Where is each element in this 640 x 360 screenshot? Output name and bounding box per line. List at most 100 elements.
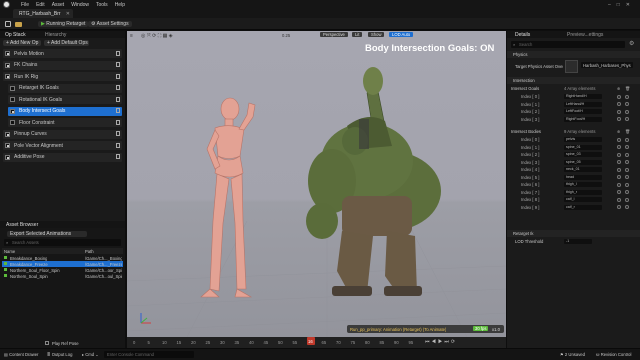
array-element-dropdown[interactable]: spine_03	[564, 152, 602, 157]
grid-scale[interactable]: 0.25	[282, 33, 290, 38]
reset-arrow-icon[interactable]	[617, 182, 621, 187]
array-element-dropdown[interactable]: LeftHand/H	[564, 101, 602, 107]
menu-item-file[interactable]: File	[21, 2, 29, 8]
lod-button[interactable]: LOD Auto	[389, 32, 414, 37]
op-enable-checkbox[interactable]	[10, 108, 15, 114]
console-input[interactable]: Enter Console Command	[104, 351, 194, 358]
playhead[interactable]: 16	[307, 337, 315, 345]
show-button[interactable]: Show	[368, 32, 385, 37]
output-log-button[interactable]: ≣ Output Log	[47, 352, 72, 357]
op-row[interactable]: FK Chains	[3, 60, 122, 70]
more-options-icon[interactable]	[625, 109, 629, 114]
asset-settings-button[interactable]: ⚙ Asset Settings	[88, 21, 132, 27]
op-row[interactable]: Additive Pose	[3, 152, 122, 162]
more-options-icon[interactable]	[625, 94, 629, 99]
mannequin-character[interactable]	[200, 97, 256, 298]
cmd-dropdown[interactable]: ▸ Cmd ⌄	[82, 352, 99, 357]
reset-arrow-icon[interactable]	[617, 197, 621, 202]
trash-icon[interactable]	[116, 108, 120, 113]
tab-hierarchy[interactable]: Hierarchy	[45, 32, 66, 38]
menu-item-asset[interactable]: Asset	[52, 2, 65, 8]
array-element-dropdown[interactable]: pelvis	[564, 137, 602, 142]
physics-asset-dropdown[interactable]: Harbash_Harbases_Physic	[581, 62, 633, 68]
op-enable-checkbox[interactable]	[5, 62, 10, 68]
op-row[interactable]: Retarget IK Goals	[8, 83, 122, 93]
unreal-logo-icon[interactable]	[3, 1, 10, 8]
timeline[interactable]: 05101520253035404550556065707580859095 1…	[127, 337, 506, 348]
reset-arrow-icon[interactable]	[617, 117, 621, 121]
tab-preview-settings[interactable]: Preview...ettings	[567, 32, 603, 38]
reset-arrow-icon[interactable]	[617, 190, 621, 194]
physics-section-header[interactable]: Physics	[507, 51, 640, 58]
trash-icon[interactable]	[116, 85, 120, 90]
trash-icon[interactable]	[116, 119, 120, 125]
trash-icon[interactable]	[116, 73, 120, 79]
asset-row[interactable]: Northern_Soul_Spin/Game/Ch...oul_Spin	[2, 273, 123, 279]
lod-threshold-input[interactable]: -1	[564, 239, 592, 244]
reset-arrow-icon[interactable]	[617, 205, 621, 209]
more-options-icon[interactable]	[625, 152, 629, 157]
play-ref-pose-checkbox[interactable]	[45, 340, 49, 345]
add-element-icon[interactable]: ⊕	[617, 86, 621, 91]
array-element-dropdown[interactable]: neck_01	[564, 167, 602, 172]
more-options-icon[interactable]	[625, 205, 629, 209]
intersection-section-header[interactable]: Intersection	[507, 77, 640, 84]
export-animations-button[interactable]: Export Selected Animations	[7, 231, 87, 237]
op-enable-checkbox[interactable]	[5, 51, 10, 56]
op-enable-checkbox[interactable]	[5, 143, 10, 148]
perspective-button[interactable]: Perspective	[320, 32, 348, 37]
trash-icon[interactable]	[116, 96, 120, 102]
reset-arrow-icon[interactable]	[617, 175, 621, 179]
reset-arrow-icon[interactable]	[617, 145, 621, 149]
tab-details[interactable]: Details	[515, 32, 530, 38]
array-element-dropdown[interactable]: RightFoot/H	[564, 116, 602, 122]
run-retarget-button[interactable]: ▶ Running Retarget	[38, 21, 89, 27]
asset-search-input[interactable]: ⌕ Search Assets	[4, 239, 121, 246]
trash-icon[interactable]	[116, 154, 120, 159]
op-enable-checkbox[interactable]	[5, 154, 10, 160]
array-element-dropdown[interactable]: RightHand/H	[564, 94, 602, 99]
reset-arrow-icon[interactable]	[617, 152, 621, 157]
trash-icon[interactable]	[116, 62, 120, 67]
gear-icon[interactable]: ⚙	[629, 41, 635, 47]
lit-button[interactable]: Lit	[352, 32, 363, 37]
viewport[interactable]: ≡ ◎ ⤧ ⟳ ⛶ ▦ ◈ 0.25 Perspective Lit Show …	[127, 31, 506, 337]
reset-arrow-icon[interactable]	[617, 160, 621, 164]
more-options-icon[interactable]	[625, 182, 629, 187]
more-options-icon[interactable]	[625, 167, 629, 172]
op-row[interactable]: Rotational IK Goals	[8, 95, 122, 104]
reset-arrow-icon[interactable]	[617, 94, 621, 99]
array-element-dropdown[interactable]: calf_r	[564, 204, 602, 210]
camera-controls[interactable]: ◎ ⤧ ⟳ ⛶ ▦ ◈	[141, 33, 173, 39]
more-options-icon[interactable]	[625, 190, 629, 194]
orc-character[interactable]	[306, 67, 441, 296]
menu-item-help[interactable]: Help	[115, 2, 125, 8]
reset-arrow-icon[interactable]	[617, 102, 621, 106]
retarget-ik-section-header[interactable]: Retarget Ik	[507, 230, 640, 237]
unsaved-indicator[interactable]: ⚑ 2 Unsaved	[560, 352, 585, 357]
trash-icon[interactable]: 🗑	[625, 129, 630, 134]
reset-arrow-icon[interactable]	[617, 167, 621, 172]
op-enable-checkbox[interactable]	[5, 74, 10, 79]
add-default-ops-button[interactable]: + Add Default Ops	[44, 40, 89, 46]
content-drawer-button[interactable]: ▤ Content Drawer	[4, 352, 38, 357]
physics-asset-thumbnail[interactable]	[565, 60, 578, 73]
op-row[interactable]: Floor Constraint	[8, 118, 122, 127]
op-row[interactable]: Body Intersect Goals	[8, 106, 122, 116]
op-row[interactable]: Pelvis Motion	[3, 49, 122, 58]
reset-arrow-icon[interactable]	[617, 109, 621, 114]
viewport-options-icon[interactable]: ≡	[130, 33, 133, 39]
trash-icon[interactable]	[116, 50, 120, 56]
more-options-icon[interactable]	[625, 197, 629, 202]
more-options-icon[interactable]	[625, 102, 629, 106]
array-element-dropdown[interactable]: spine_01	[564, 144, 602, 150]
trash-icon[interactable]	[116, 142, 120, 148]
document-tab[interactable]: RTG_Harbash_Brr ✕	[13, 9, 73, 18]
add-element-icon[interactable]: ⊕	[617, 129, 621, 134]
tab-op-stack[interactable]: Op Stack	[5, 32, 26, 38]
revision-control-button[interactable]: ⛁ Revision Control	[596, 352, 631, 357]
window-controls[interactable]: –□✕	[608, 2, 636, 8]
array-element-dropdown[interactable]: LeftFoot/H	[564, 109, 602, 114]
array-element-dropdown[interactable]: head	[564, 174, 602, 180]
op-enable-checkbox[interactable]	[5, 131, 10, 137]
